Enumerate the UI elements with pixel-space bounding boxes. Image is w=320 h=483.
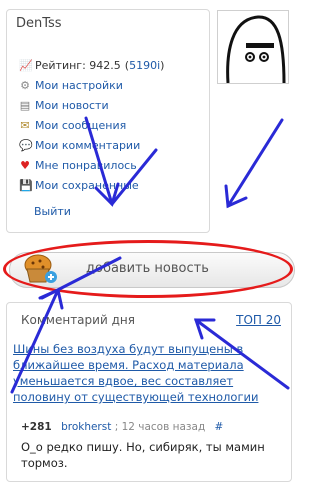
menu-link-comments[interactable]: Мои комментарии	[35, 137, 140, 155]
comment-anchor-link[interactable]: #	[215, 421, 224, 433]
comment-of-day-panel: Комментарий дня ТОП 20 Шины без воздуха …	[6, 302, 292, 482]
comment-time: ; 12 часов назад	[114, 421, 206, 433]
menu-item-comments[interactable]: 💬 Мои комментарии	[19, 136, 164, 156]
menu-item-saved[interactable]: 💾 Мои сохраненные	[19, 176, 164, 196]
avatar[interactable]	[217, 10, 289, 84]
menu-link-messages[interactable]: Мои сообщения	[35, 117, 126, 135]
chart-icon: 📈	[19, 59, 33, 72]
comment-author-link[interactable]: brokherst	[61, 421, 111, 433]
menu-link-news[interactable]: Мои новости	[35, 97, 109, 115]
menu-link-saved[interactable]: Мои сохраненные	[35, 177, 139, 195]
comment-score: +281	[21, 421, 52, 433]
menu-item-messages[interactable]: ✉ Мои сообщения	[19, 116, 164, 136]
rating-extra-link[interactable]: 5190i	[129, 59, 160, 72]
comment-meta: +281 brokherst ; 12 часов назад #	[21, 421, 223, 433]
news-icon: ▤	[19, 99, 31, 112]
menu-item-settings[interactable]: ⚙ Мои настройки	[19, 76, 164, 96]
add-news-label: добавить новость	[86, 261, 209, 276]
muffin-add-icon	[24, 254, 57, 283]
gear-icon: ⚙	[20, 79, 30, 92]
rating-label: Рейтинг: 942.5	[35, 59, 121, 72]
user-panel: DenTss 📈 Рейтинг: 942.5 (5190i) ⚙ Мои на…	[6, 9, 210, 233]
add-news-button[interactable]: добавить новость	[9, 252, 295, 288]
avatar-face-icon	[226, 15, 286, 83]
menu-link-liked[interactable]: Мне понравилось	[35, 157, 137, 175]
heart-icon: ♥	[20, 159, 30, 172]
user-menu: 📈 Рейтинг: 942.5 (5190i) ⚙ Мои настройки…	[19, 56, 164, 196]
menu-item-liked[interactable]: ♥ Мне понравилось	[19, 156, 164, 176]
comment-of-day-title: Комментарий дня	[21, 313, 135, 327]
comment-icon: 💬	[19, 139, 33, 152]
rating-row: 📈 Рейтинг: 942.5 (5190i)	[19, 56, 164, 76]
username: DenTss	[16, 16, 62, 31]
comment-headline-link[interactable]: Шины без воздуха будут выпущены в ближай…	[13, 341, 283, 405]
comment-text: О_о редко пишу. Но, сибиряк, ты мамин то…	[21, 440, 265, 470]
save-icon: 💾	[19, 179, 33, 192]
top20-link[interactable]: ТОП 20	[236, 313, 281, 327]
menu-item-news[interactable]: ▤ Мои новости	[19, 96, 164, 116]
mail-icon: ✉	[20, 119, 30, 132]
menu-link-settings[interactable]: Мои настройки	[35, 77, 123, 95]
logout-link[interactable]: Выйти	[34, 205, 71, 218]
